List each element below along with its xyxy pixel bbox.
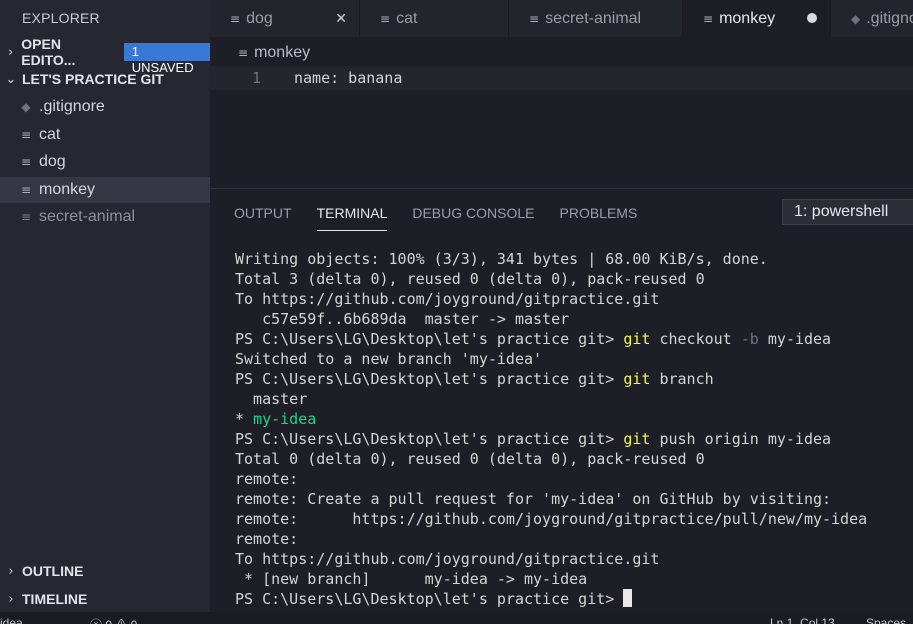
command-args: checkout bbox=[650, 330, 741, 348]
editor-area[interactable]: ≡ monkey 1 name: banana bbox=[210, 37, 913, 188]
command-name: git bbox=[623, 330, 651, 348]
tab-monkey[interactable]: ≡ monkey bbox=[683, 0, 831, 37]
file-lines-icon: ≡ bbox=[238, 46, 249, 60]
status-spaces[interactable]: Spaces bbox=[866, 616, 906, 624]
unsaved-dot-icon[interactable] bbox=[807, 13, 817, 23]
file-lines-icon: ≡ bbox=[529, 11, 540, 26]
line-number: 1 bbox=[252, 69, 262, 87]
command-args: branch bbox=[650, 370, 714, 388]
command-args: my-idea bbox=[758, 330, 832, 348]
outline-section[interactable]: › OUTLINE bbox=[0, 558, 210, 584]
tab-label: monkey bbox=[719, 9, 776, 27]
terminal-line: c57e59f..6b689da master -> master bbox=[235, 310, 570, 328]
command-flag: -b bbox=[740, 330, 759, 348]
file-item-dog[interactable]: ≡ dog bbox=[0, 149, 210, 175]
status-position[interactable]: Ln 1, Col 13 bbox=[770, 616, 835, 624]
code-line[interactable]: 1 name: banana bbox=[210, 66, 913, 90]
status-bar: idea ⓧ 0 ⚠ 0 Ln 1, Col 13 Spaces bbox=[0, 612, 913, 624]
tab-problems[interactable]: PROBLEMS bbox=[560, 205, 638, 231]
tab-terminal[interactable]: TERMINAL bbox=[316, 205, 388, 231]
terminal-line: To https://github.com/joyground/gitpract… bbox=[235, 550, 660, 568]
file-lines-icon: ≡ bbox=[380, 11, 391, 26]
chevron-down-icon: ⌄ bbox=[5, 71, 17, 87]
close-icon[interactable]: ✕ bbox=[335, 11, 347, 27]
terminal-line: * [new branch] my-idea -> my-idea bbox=[235, 570, 588, 588]
chevron-right-icon: › bbox=[8, 563, 14, 579]
file-item-cat[interactable]: ≡ cat bbox=[0, 122, 210, 148]
file-lines-icon: ≡ bbox=[703, 11, 714, 26]
tab-debug-console[interactable]: DEBUG CONSOLE bbox=[412, 205, 534, 231]
tab-cat[interactable]: ≡ cat bbox=[360, 0, 509, 37]
tab-gitignore[interactable]: ◆ .gitignore bbox=[831, 0, 913, 37]
breadcrumb[interactable]: ≡ monkey bbox=[238, 44, 310, 62]
breadcrumb-file: monkey bbox=[254, 44, 311, 61]
terminal-line: remote: https://github.com/joyground/git… bbox=[235, 510, 868, 528]
file-lines-icon: ≡ bbox=[20, 128, 32, 142]
open-editors-section[interactable]: › OPEN EDITO... 1 UNSAVED bbox=[0, 36, 210, 75]
tab-label: .gitignore bbox=[866, 9, 913, 27]
terminal-output[interactable]: Writing objects: 100% (3/3), 341 bytes |… bbox=[235, 249, 867, 609]
file-name: dog bbox=[39, 153, 66, 170]
terminal-line: master bbox=[235, 390, 308, 408]
tab-label: cat bbox=[396, 9, 418, 27]
panel-tabs: OUTPUT TERMINAL DEBUG CONSOLE PROBLEMS bbox=[234, 205, 662, 231]
unsaved-badge: 1 UNSAVED bbox=[123, 43, 210, 75]
terminal-line: Writing objects: 100% (3/3), 341 bytes |… bbox=[235, 250, 768, 268]
command-name: git bbox=[623, 430, 651, 448]
explorer-title: EXPLORER bbox=[22, 10, 100, 26]
file-item-monkey[interactable]: ≡ monkey bbox=[0, 177, 210, 203]
branch-star: * bbox=[235, 410, 254, 428]
terminal-line: remote: bbox=[235, 530, 299, 548]
file-lines-icon: ≡ bbox=[20, 155, 32, 169]
file-name: .gitignore bbox=[39, 98, 105, 115]
file-name: monkey bbox=[39, 181, 96, 198]
terminal-cursor bbox=[623, 589, 633, 607]
tab-output[interactable]: OUTPUT bbox=[234, 205, 292, 231]
terminal-line: Total 0 (delta 0), reused 0 (delta 0), p… bbox=[235, 450, 705, 468]
bottom-panel: OUTPUT TERMINAL DEBUG CONSOLE PROBLEMS 1… bbox=[210, 188, 913, 612]
open-editors-label: OPEN EDITO... bbox=[21, 36, 76, 68]
timeline-label: TIMELINE bbox=[22, 591, 88, 607]
terminal-line: remote: bbox=[235, 470, 299, 488]
file-item-gitignore[interactable]: ◆ .gitignore bbox=[0, 94, 210, 120]
status-branch[interactable]: idea bbox=[0, 616, 23, 624]
terminal-line: Switched to a new branch 'my-idea' bbox=[235, 350, 543, 368]
terminal-prompt: PS C:\Users\LG\Desktop\let's practice gi… bbox=[235, 330, 624, 348]
file-item-secret-animal[interactable]: ≡ secret-animal bbox=[0, 204, 210, 230]
file-lines-icon: ≡ bbox=[230, 11, 241, 26]
terminal-prompt: PS C:\Users\LG\Desktop\let's practice gi… bbox=[235, 590, 624, 608]
project-section[interactable]: ⌄ LET'S PRACTICE GIT bbox=[0, 66, 210, 92]
tab-dog[interactable]: ≡ dog ✕ bbox=[210, 0, 360, 37]
file-name: cat bbox=[39, 126, 61, 143]
tab-label: dog bbox=[246, 9, 273, 27]
chevron-right-icon: › bbox=[8, 591, 14, 607]
terminal-prompt: PS C:\Users\LG\Desktop\let's practice gi… bbox=[235, 430, 624, 448]
current-branch: my-idea bbox=[253, 410, 317, 428]
tab-label: secret-animal bbox=[545, 9, 642, 27]
project-label: LET'S PRACTICE GIT bbox=[22, 71, 164, 87]
file-name: secret-animal bbox=[39, 208, 136, 225]
file-lines-icon: ≡ bbox=[20, 183, 32, 197]
terminal-line: To https://github.com/joyground/gitpract… bbox=[235, 290, 660, 308]
terminal-line: remote: Create a pull request for 'my-id… bbox=[235, 490, 832, 508]
terminal-select[interactable]: 1: powershell bbox=[782, 199, 913, 225]
command-name: git bbox=[623, 370, 651, 388]
timeline-section[interactable]: › TIMELINE bbox=[0, 586, 210, 612]
file-lines-icon: ≡ bbox=[20, 210, 32, 224]
chevron-right-icon: › bbox=[8, 44, 14, 60]
command-args: push origin my-idea bbox=[650, 430, 832, 448]
line-text[interactable]: name: banana bbox=[294, 69, 402, 87]
editor-tabs: ≡ dog ✕ ≡ cat ≡ secret-animal ≡ monkey ◆… bbox=[210, 0, 913, 37]
terminal-line: Total 3 (delta 0), reused 0 (delta 0), p… bbox=[235, 270, 705, 288]
git-icon: ◆ bbox=[851, 11, 861, 26]
explorer-sidebar: EXPLORER › OPEN EDITO... 1 UNSAVED ⌄ LET… bbox=[0, 0, 210, 612]
git-icon: ◆ bbox=[21, 100, 31, 114]
tab-secret-animal[interactable]: ≡ secret-animal bbox=[509, 0, 683, 37]
outline-label: OUTLINE bbox=[22, 563, 84, 579]
status-problems[interactable]: ⓧ 0 ⚠ 0 bbox=[90, 616, 137, 624]
terminal-prompt: PS C:\Users\LG\Desktop\let's practice gi… bbox=[235, 370, 624, 388]
